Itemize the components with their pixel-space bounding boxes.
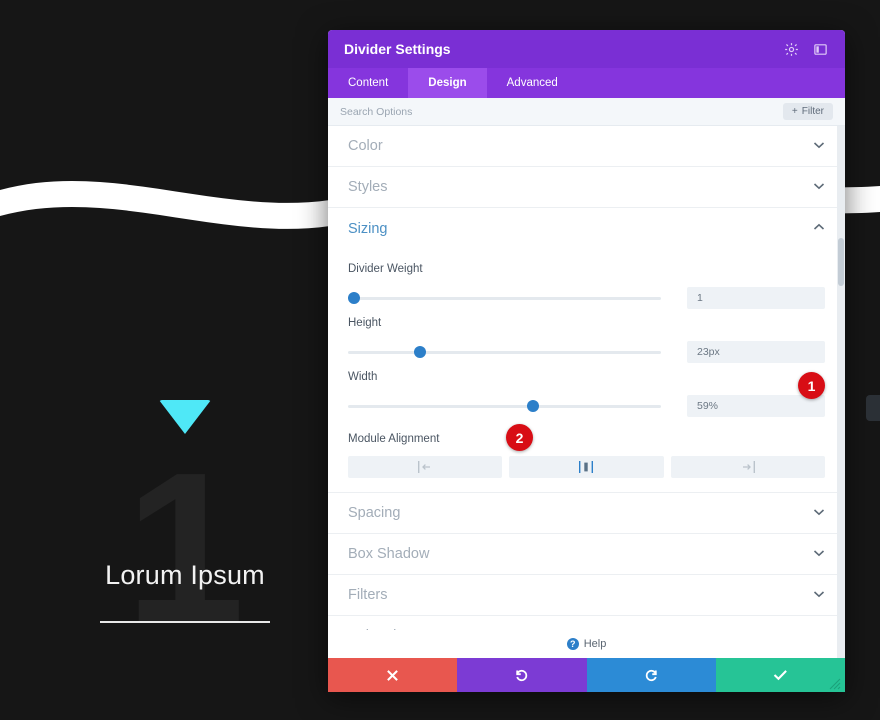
chevron-down-icon bbox=[813, 182, 825, 193]
align-right-icon bbox=[742, 461, 755, 473]
focus-target-icon[interactable] bbox=[783, 41, 800, 58]
chevron-down-icon bbox=[813, 590, 825, 601]
section-sizing[interactable]: Sizing bbox=[328, 208, 845, 249]
tab-advanced[interactable]: Advanced bbox=[487, 68, 578, 98]
side-panel-toggle[interactable] bbox=[866, 395, 880, 421]
section-color[interactable]: Color bbox=[328, 126, 845, 167]
resize-grip-icon[interactable] bbox=[829, 678, 841, 690]
width-slider[interactable] bbox=[348, 399, 661, 413]
align-right-button[interactable] bbox=[670, 456, 825, 478]
redo-icon bbox=[645, 669, 657, 681]
align-left-icon bbox=[418, 461, 431, 473]
filter-button[interactable]: + Filter bbox=[782, 103, 833, 120]
module-alignment-label: Module Alignment bbox=[348, 433, 440, 445]
chevron-down-icon bbox=[813, 508, 825, 519]
question-mark-icon: ? bbox=[566, 638, 579, 650]
divider-weight-value[interactable]: 1 bbox=[687, 287, 825, 309]
hero-divider-line bbox=[100, 621, 270, 623]
section-filters[interactable]: Filters bbox=[328, 575, 845, 616]
hero-title: Lorum Ipsum bbox=[105, 560, 265, 590]
field-width: Width 59% bbox=[348, 371, 825, 417]
chevron-down-icon bbox=[813, 549, 825, 560]
section-styles-label: Styles bbox=[348, 179, 388, 195]
section-sizing-label: Sizing bbox=[348, 220, 388, 237]
module-alignment-group bbox=[348, 456, 825, 478]
modal-header: Divider Settings bbox=[328, 30, 845, 68]
chevron-up-icon bbox=[813, 223, 825, 234]
field-height: Height 23px bbox=[348, 317, 825, 363]
undo-icon bbox=[516, 669, 528, 681]
annotation-badge-1: 1 bbox=[798, 372, 825, 399]
height-slider[interactable] bbox=[348, 345, 661, 359]
section-spacing-label: Spacing bbox=[348, 505, 401, 521]
align-center-icon bbox=[579, 461, 594, 473]
section-color-label: Color bbox=[348, 138, 383, 154]
height-value[interactable]: 23px bbox=[687, 341, 825, 363]
height-label: Height bbox=[348, 317, 382, 329]
undo-button[interactable] bbox=[457, 658, 587, 692]
slider-track bbox=[348, 297, 661, 300]
modal-action-bar bbox=[328, 658, 845, 692]
panel-layout-icon[interactable] bbox=[812, 41, 829, 58]
divider-settings-modal: Divider Settings Content Design Advanced… bbox=[328, 30, 845, 692]
modal-title: Divider Settings bbox=[344, 41, 451, 57]
filter-label: Filter bbox=[801, 106, 824, 117]
slider-track bbox=[348, 405, 661, 408]
cancel-button[interactable] bbox=[328, 658, 458, 692]
divider-weight-slider[interactable] bbox=[348, 291, 661, 305]
plus-icon: + bbox=[791, 106, 798, 117]
section-box-shadow[interactable]: Box Shadow bbox=[328, 534, 845, 575]
section-filters-label: Filters bbox=[348, 587, 388, 603]
section-spacing[interactable]: Spacing bbox=[328, 493, 845, 534]
width-value[interactable]: 59% bbox=[687, 395, 825, 417]
field-divider-weight: Divider Weight 1 bbox=[348, 263, 825, 309]
align-left-button[interactable] bbox=[348, 456, 503, 478]
search-input[interactable]: Search Options bbox=[340, 106, 783, 118]
slider-knob[interactable] bbox=[526, 400, 539, 412]
chevron-down-icon bbox=[813, 141, 825, 152]
close-icon bbox=[387, 669, 398, 681]
tab-design[interactable]: Design bbox=[408, 68, 487, 98]
section-styles[interactable]: Styles bbox=[328, 167, 845, 208]
screen-root: 1 Lorum Ipsum Divider Settings Content D… bbox=[0, 0, 880, 720]
modal-header-icons bbox=[783, 41, 829, 58]
slider-knob[interactable] bbox=[348, 292, 361, 304]
align-center-button[interactable] bbox=[509, 456, 664, 478]
divider-weight-label: Divider Weight bbox=[348, 263, 423, 275]
hero-block: 1 Lorum Ipsum bbox=[0, 400, 370, 655]
section-box-shadow-label: Box Shadow bbox=[348, 546, 430, 562]
settings-scroll-area[interactable]: Color Styles Sizing Divider Weight 1 Hei… bbox=[328, 126, 845, 658]
save-button[interactable] bbox=[715, 658, 845, 692]
checkmark-icon bbox=[773, 670, 787, 681]
scrollbar-thumb[interactable] bbox=[838, 238, 844, 286]
search-options-bar: Search Options + Filter bbox=[328, 98, 845, 126]
redo-button[interactable] bbox=[586, 658, 716, 692]
panel-scrollbar[interactable] bbox=[837, 126, 845, 658]
field-module-alignment: Module Alignment bbox=[348, 433, 825, 478]
modal-tabs: Content Design Advanced bbox=[328, 68, 845, 98]
width-label: Width bbox=[348, 371, 378, 383]
annotation-badge-2: 2 bbox=[506, 424, 533, 451]
slider-track bbox=[348, 351, 661, 354]
sizing-section-body: Divider Weight 1 Height 23px Width 59% M… bbox=[328, 249, 845, 493]
help-link[interactable]: ? Help bbox=[328, 630, 845, 658]
slider-knob[interactable] bbox=[413, 346, 426, 358]
help-label: Help bbox=[583, 638, 607, 650]
tab-content[interactable]: Content bbox=[328, 68, 408, 98]
